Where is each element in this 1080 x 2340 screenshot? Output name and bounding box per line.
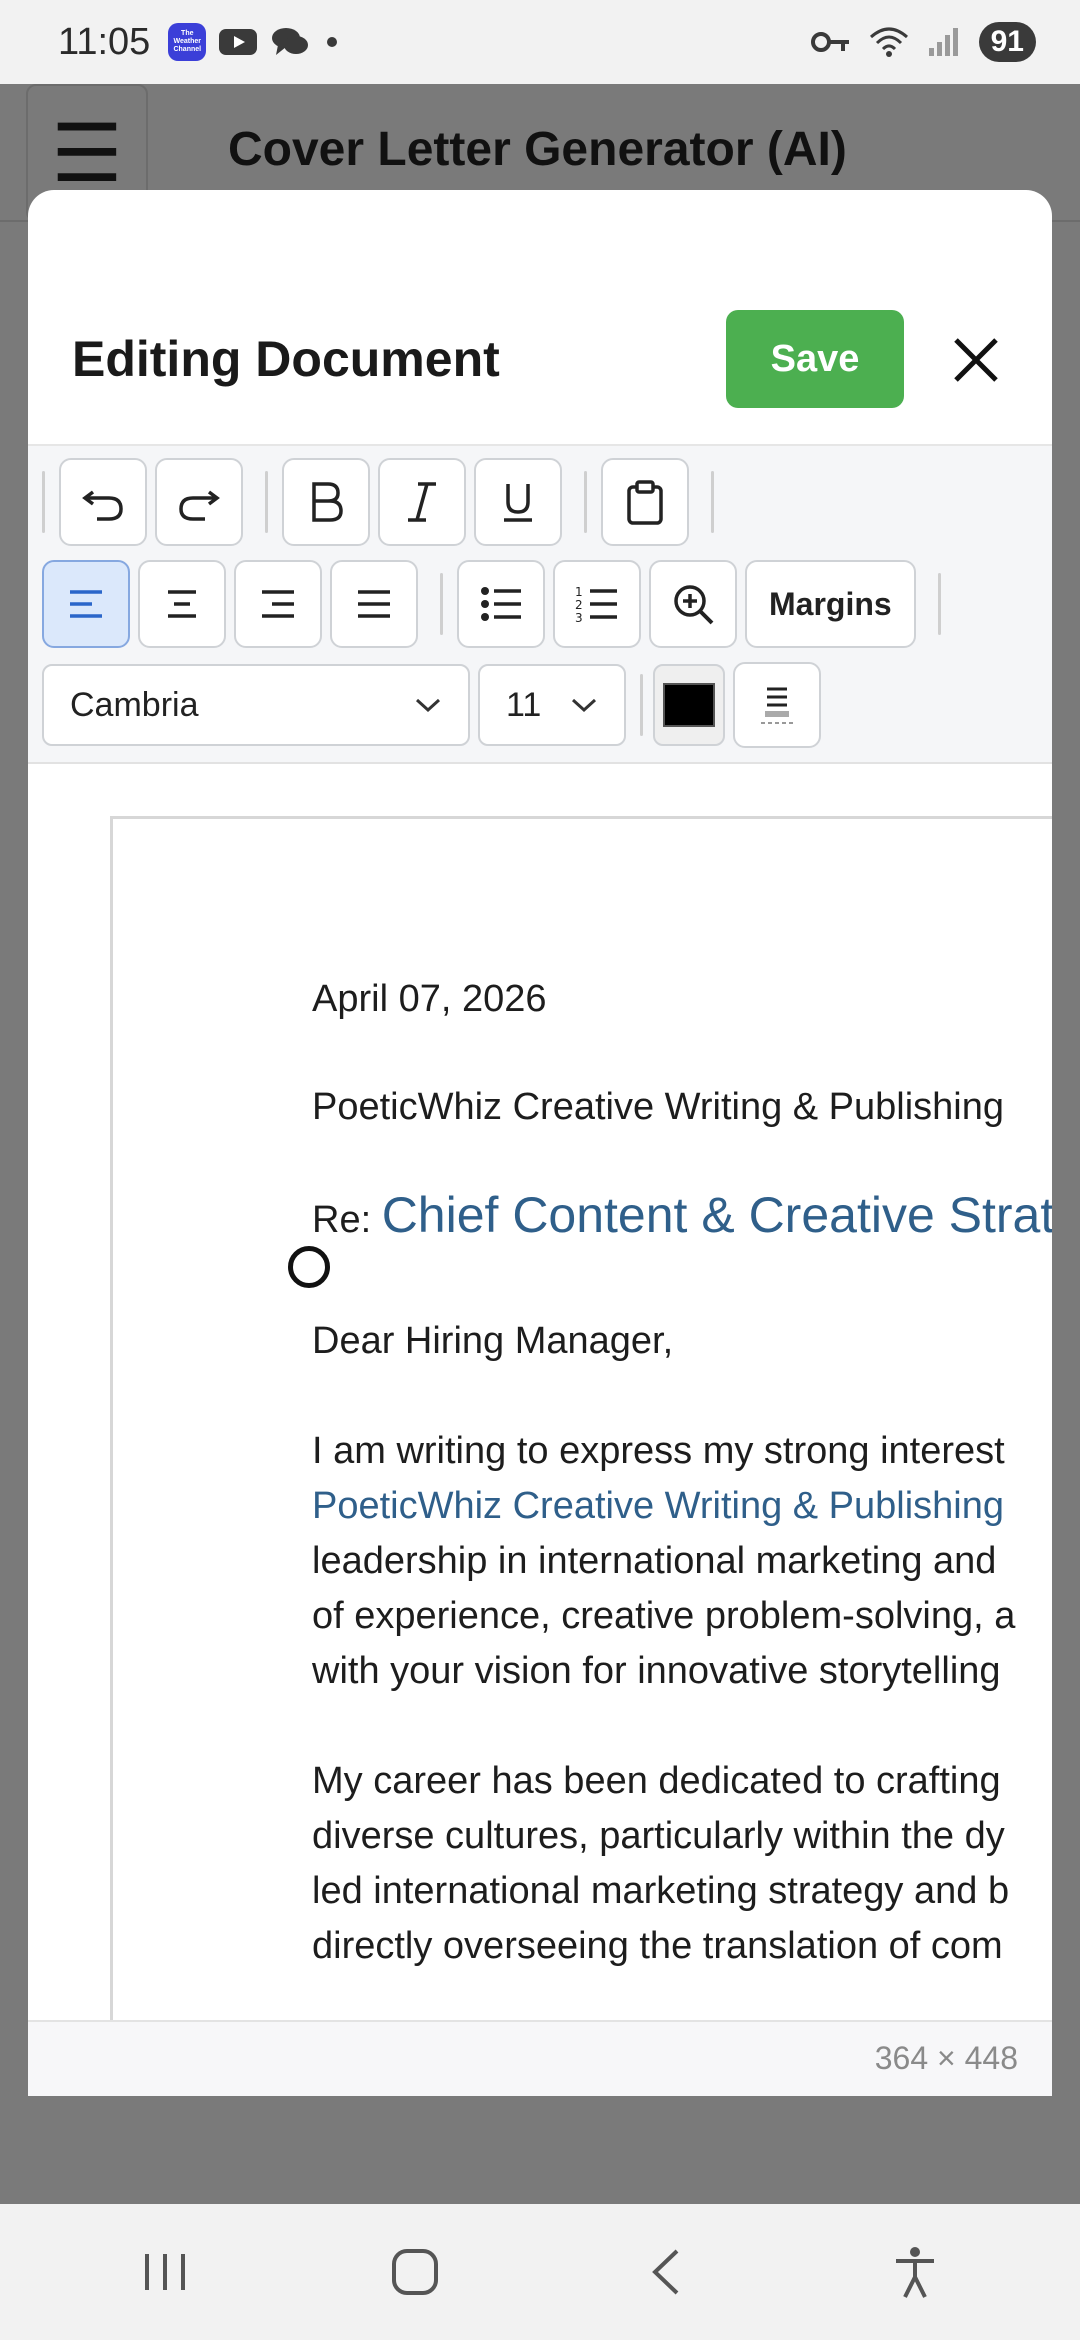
status-time: 11:05: [58, 20, 151, 63]
home-button[interactable]: [355, 2222, 475, 2322]
youtube-icon: [219, 29, 258, 55]
text-color-picker[interactable]: [653, 664, 725, 746]
redo-icon: [179, 490, 220, 521]
save-button[interactable]: Save: [726, 310, 904, 408]
battery-level: 91: [978, 22, 1036, 62]
svg-text:2: 2: [575, 598, 583, 612]
signal-icon: [928, 28, 958, 56]
align-justify-button[interactable]: [330, 560, 418, 648]
line-spacing-icon: [761, 687, 793, 724]
wifi-icon: [869, 27, 908, 57]
dot-icon: [327, 37, 338, 47]
toolbar-separator: [937, 573, 941, 635]
paragraph-2-line: diverse cultures, particularly within th…: [312, 1815, 1005, 1857]
chat-icon: [272, 28, 309, 55]
margins-button[interactable]: Margins: [745, 560, 916, 648]
italic-icon: [408, 482, 436, 522]
paragraph-1-line: leadership in international marketing an…: [312, 1540, 997, 1582]
align-left-icon: [70, 590, 102, 618]
app-title: Cover Letter Generator (AI): [228, 123, 847, 176]
bold-button[interactable]: [282, 458, 370, 546]
back-icon: [652, 2249, 679, 2295]
system-navigation-bar: [0, 2204, 1080, 2340]
key-icon: [810, 32, 849, 52]
undo-button[interactable]: [59, 458, 147, 546]
clipboard-icon: [627, 480, 663, 525]
align-center-button[interactable]: [138, 560, 226, 648]
subject-prefix: Re:: [312, 1199, 372, 1241]
paragraph-2-line: led international marketing strategy and…: [312, 1870, 1010, 1912]
paste-button[interactable]: [601, 458, 689, 546]
zoom-in-button[interactable]: [649, 560, 737, 648]
status-bar: 11:05 The Weather Channel 91: [0, 0, 1080, 84]
align-right-icon: [262, 590, 294, 618]
paragraph-1-line: I am writing to express my strong intere…: [312, 1430, 1005, 1472]
align-center-icon: [168, 590, 196, 618]
chevron-down-icon: [571, 698, 597, 713]
toolbar-separator: [265, 471, 268, 533]
modal-title: Editing Document: [72, 331, 500, 387]
letter-date: April 07, 2026: [312, 978, 547, 1020]
modal-footer: 364 × 448: [28, 2020, 1052, 2096]
undo-icon: [82, 490, 123, 521]
letter-salutation: Dear Hiring Manager,: [312, 1320, 674, 1362]
accessibility-icon: [896, 2247, 934, 2298]
modal-header: Editing Document Save: [28, 190, 1052, 444]
numbered-list-icon: 123: [575, 585, 617, 624]
font-size-select[interactable]: 11: [478, 664, 626, 746]
italic-button[interactable]: [378, 458, 466, 546]
paragraph-1-line: of experience, creative problem-solving,…: [312, 1595, 1016, 1637]
toolbar-row-history-format: [42, 458, 728, 546]
font-family-value: Cambria: [70, 685, 199, 724]
redo-button[interactable]: [155, 458, 243, 546]
svg-text:1: 1: [575, 585, 583, 599]
accessibility-button[interactable]: [855, 2222, 975, 2322]
bold-icon: [312, 482, 343, 522]
toolbar-separator: [711, 471, 714, 533]
align-left-button[interactable]: [42, 560, 130, 648]
recent-apps-button[interactable]: [105, 2222, 225, 2322]
chevron-down-icon: [415, 698, 441, 713]
page-dimensions: 364 × 448: [874, 2040, 1018, 2076]
edit-document-modal: Editing Document Save 1 2 3 Margins Camb…: [28, 190, 1052, 2096]
align-justify-icon: [358, 590, 390, 618]
letter-subject: Re: Chief Content & Creative Strat: [312, 1186, 1052, 1244]
line-spacing-button[interactable]: [733, 662, 821, 748]
recent-apps-icon: [145, 2254, 185, 2290]
paragraph-2-line: directly overseeing the translation of c…: [312, 1925, 1003, 1967]
close-icon[interactable]: [936, 320, 1016, 400]
paragraph-2-line: My career has been dedicated to crafting: [312, 1760, 1001, 1802]
font-size-value: 11: [506, 685, 542, 724]
toolbar-separator: [440, 573, 443, 635]
paragraph-1-line: PoeticWhiz Creative Writing & Publishing: [312, 1485, 1005, 1527]
notification-icons: The Weather Channel: [168, 23, 342, 61]
paragraph-1-line: with your vision for innovative storytel…: [312, 1650, 1001, 1692]
font-family-select[interactable]: Cambria: [42, 664, 470, 746]
bullet-list-icon: [481, 587, 521, 621]
home-icon: [392, 2249, 438, 2295]
bullet-list-button[interactable]: [457, 560, 545, 648]
subject-title: Chief Content & Creative Strat: [381, 1187, 1052, 1243]
underline-icon: [504, 484, 532, 522]
editor-toolbar: 123 Margins Cambria 11: [28, 444, 1052, 764]
underline-button[interactable]: [474, 458, 562, 546]
toolbar-row-font: Cambria 11: [42, 662, 829, 748]
toolbar-row-paragraph: 123 Margins: [42, 560, 955, 648]
weather-channel-icon: The Weather Channel: [168, 23, 207, 61]
toolbar-separator: [42, 471, 45, 533]
text-color-swatch: [663, 683, 715, 727]
align-right-button[interactable]: [234, 560, 322, 648]
back-button[interactable]: [605, 2222, 725, 2322]
system-icons: 91: [810, 22, 1036, 62]
document-canvas[interactable]: April 07, 2026 PoeticWhiz Creative Writi…: [28, 764, 1052, 2020]
svg-text:3: 3: [575, 611, 583, 624]
toolbar-separator: [584, 471, 587, 533]
numbered-list-button[interactable]: 123: [553, 560, 641, 648]
touch-cursor-indicator: [288, 1246, 330, 1288]
letter-company: PoeticWhiz Creative Writing & Publishing: [312, 1086, 1005, 1128]
toolbar-separator: [640, 674, 643, 736]
zoom-in-icon: [674, 585, 714, 625]
